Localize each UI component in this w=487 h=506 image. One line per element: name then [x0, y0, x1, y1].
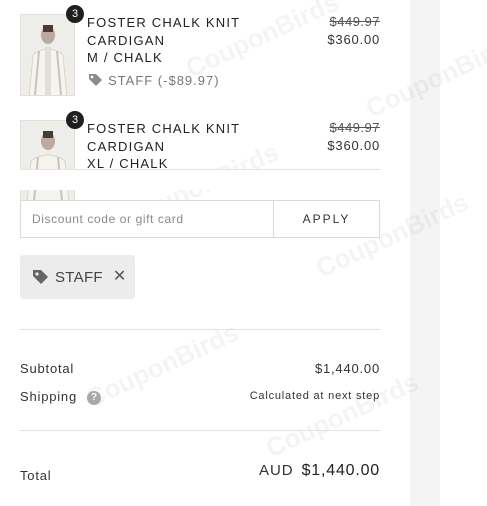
cart-item: 3 FOSTER CHALK KNIT CARDIGAN M / CHALK S…: [20, 5, 380, 104]
product-thumbnail-wrap: 3: [20, 5, 84, 96]
applied-discount-code: STAFF: [55, 268, 103, 286]
item-discount-label: STAFF (-$89.97): [108, 72, 220, 88]
apply-button[interactable]: APPLY: [273, 200, 380, 238]
applied-discount-chip: STAFF ✕: [20, 255, 135, 299]
quantity-badge: 3: [66, 111, 84, 129]
discount-code-input[interactable]: [20, 200, 273, 238]
price-original: $449.97: [329, 120, 380, 135]
price-final: $360.00: [327, 138, 380, 153]
tag-icon: [33, 270, 48, 284]
section-divider: [20, 329, 380, 330]
product-name: FOSTER CHALK KNIT CARDIGAN: [87, 15, 241, 48]
currency-code: AUD: [258, 462, 294, 479]
section-divider: [20, 430, 380, 431]
shipping-value: Calculated at next step: [249, 390, 380, 402]
total-price: AUD $1,440.00: [259, 462, 380, 480]
total-amount: $1,440.00: [301, 462, 380, 479]
page-edge: [440, 0, 487, 506]
side-panel: [410, 0, 440, 506]
product-thumbnail: [20, 14, 75, 96]
subtotal-value: $1,440.00: [314, 361, 380, 376]
shipping-help-icon[interactable]: ?: [87, 391, 101, 405]
product-photo-icon: [21, 15, 74, 95]
item-discount: STAFF (-$89.97): [87, 72, 220, 88]
item-list-divider: [20, 169, 380, 170]
tag-icon: [89, 74, 102, 86]
price-final: $360.00: [327, 32, 380, 47]
product-variant: M / CHALK: [87, 50, 163, 65]
total-label: Total: [20, 468, 52, 483]
price-original: $449.97: [329, 14, 380, 29]
remove-discount-close-icon[interactable]: ✕: [113, 269, 126, 285]
watermark: CouponBirds: [81, 317, 243, 415]
quantity-badge: 3: [66, 5, 84, 23]
subtotal-label: Subtotal: [20, 361, 75, 376]
discount-form: APPLY: [20, 200, 380, 238]
product-name: FOSTER CHALK KNIT CARDIGAN: [87, 121, 241, 154]
watermark: CouponBirds: [261, 367, 423, 465]
shipping-label: Shipping: [20, 389, 77, 404]
list-clip: [20, 170, 400, 190]
